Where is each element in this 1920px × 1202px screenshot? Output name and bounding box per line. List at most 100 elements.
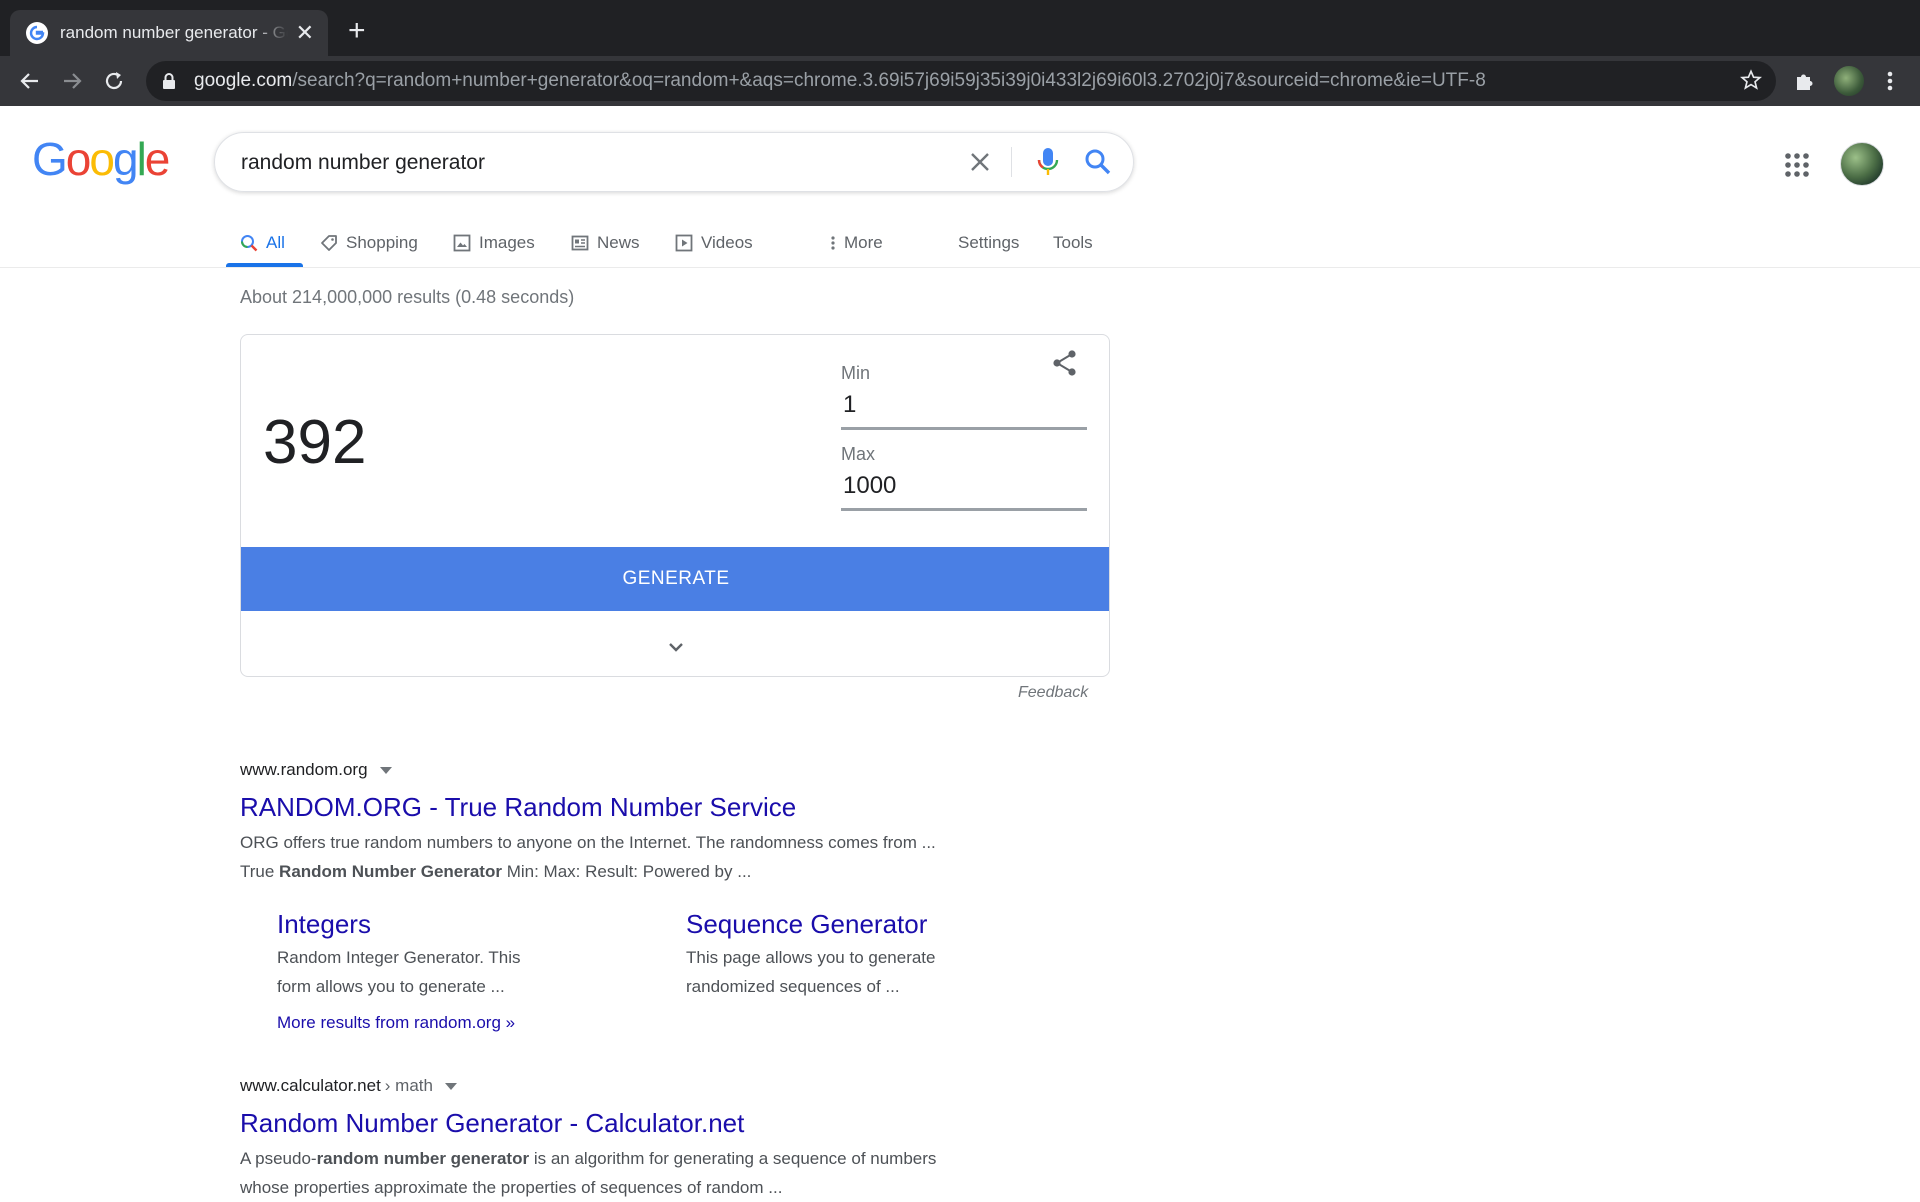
result-title-link[interactable]: RANDOM.ORG - True Random Number Service (240, 792, 796, 823)
snippet-line: ORG offers true random numbers to anyone… (240, 833, 936, 852)
sitelink-snippet-line: randomized sequences of ... (686, 977, 900, 996)
snippet-line: whose properties approximate the propert… (240, 1178, 783, 1197)
tab-title: random number generator - Google Search (60, 23, 288, 42)
search-box[interactable]: random number generator (214, 132, 1134, 192)
logo-letter: o (65, 133, 92, 185)
sitelink-snippet: Random Integer Generator. This form allo… (277, 943, 577, 1001)
min-label: Min (841, 363, 871, 383)
close-tab-icon[interactable]: ✕ (296, 22, 314, 44)
random-number-generator-card: 392 Min 1 Max 1000 GENERATE (240, 334, 1110, 677)
search-tabs: All Shopping Images News Videos More Set… (0, 218, 1920, 268)
logo-letter: l (136, 133, 147, 185)
result-stats: About 214,000,000 results (0.48 seconds) (240, 287, 575, 307)
search-tab-icon (241, 235, 258, 252)
news-icon (571, 235, 589, 251)
result-cite[interactable]: www.calculator.net › math (240, 1076, 457, 1096)
extensions-puzzle-icon[interactable] (1790, 67, 1818, 95)
result-cite-host: www.calculator.net (240, 1076, 381, 1095)
snippet-text: True (240, 862, 280, 881)
logo-letter: G (32, 133, 68, 185)
tab-all[interactable]: All (240, 218, 285, 268)
snippet-line: True Random Number Generator Min: Max: R… (240, 857, 1040, 886)
share-icon[interactable] (1051, 349, 1079, 377)
result-snippet: ORG offers true random numbers to anyone… (240, 828, 1040, 886)
result-snippet: A pseudo-random number generator is an a… (240, 1144, 1040, 1202)
tab-tools[interactable]: Tools (1053, 218, 1093, 268)
more-vertical-dots-icon (831, 236, 835, 250)
sitelink-sequence-generator[interactable]: Sequence Generator (686, 909, 927, 940)
google-favicon-icon (26, 22, 48, 44)
browser-toolbar: google.com/search?q=random+number+genera… (0, 56, 1920, 106)
snippet-line: A pseudo-random number generator is an a… (240, 1144, 1040, 1173)
tab-more-label: More (844, 233, 883, 252)
search-input[interactable]: random number generator (241, 151, 485, 175)
sitelink-snippet-line: form allows you to generate ... (277, 977, 505, 996)
chevron-down-icon[interactable] (663, 637, 689, 657)
account-avatar[interactable] (1840, 142, 1884, 186)
lock-icon[interactable] (160, 72, 178, 90)
snippet-text: A pseudo- (240, 1149, 317, 1168)
tab-settings[interactable]: Settings (958, 218, 1019, 268)
tab-shopping[interactable]: Shopping (320, 218, 418, 268)
snippet-bold: Random Number Generator (279, 862, 502, 881)
tab-videos[interactable]: Videos (675, 218, 753, 268)
active-tab-indicator (226, 263, 303, 267)
url-path: /search?q=random+number+generator&oq=ran… (292, 70, 1486, 91)
logo-letter: g (112, 133, 139, 185)
result-cite-breadcrumb: › math (384, 1076, 433, 1095)
tab-news[interactable]: News (571, 218, 640, 268)
sitelink-integers[interactable]: Integers (277, 909, 371, 940)
address-bar[interactable]: google.com/search?q=random+number+genera… (146, 61, 1776, 101)
max-input[interactable]: 1000 (843, 472, 896, 500)
clear-search-icon[interactable] (967, 149, 993, 175)
sitelink-snippet-line: Random Integer Generator. This (277, 948, 521, 967)
snippet-bold: random number generator (316, 1149, 530, 1168)
feedback-link[interactable]: Feedback (1018, 684, 1088, 702)
profile-avatar[interactable] (1834, 66, 1864, 96)
browser-tab[interactable]: random number generator - Google Search … (10, 10, 328, 56)
tab-shopping-label: Shopping (346, 233, 418, 252)
reload-icon[interactable] (100, 67, 128, 95)
google-logo[interactable]: Google (32, 133, 171, 185)
result-cite[interactable]: www.random.org (240, 760, 392, 780)
url-text: google.com/search?q=random+number+genera… (194, 70, 1486, 92)
tab-images-label: Images (479, 233, 535, 252)
generated-number: 392 (263, 408, 367, 477)
browser-tab-strip: random number generator - Google Search … (0, 0, 1920, 56)
generate-button[interactable]: GENERATE (241, 547, 1109, 611)
search-magnifier-icon[interactable] (1083, 147, 1113, 177)
bookmark-star-icon[interactable] (1740, 69, 1762, 96)
min-input-underline (841, 427, 1087, 430)
cite-dropdown-caret-icon[interactable] (379, 766, 392, 774)
sitelink-snippet-line: This page allows you to generate (686, 948, 936, 967)
cite-dropdown-caret-icon[interactable] (444, 1082, 457, 1090)
max-input-underline (841, 508, 1087, 511)
new-tab-icon[interactable]: + (348, 16, 366, 46)
logo-letter: e (144, 133, 171, 185)
tab-more[interactable]: More (830, 218, 883, 268)
result-cite-host: www.random.org (240, 760, 368, 779)
result-title-link[interactable]: Random Number Generator - Calculator.net (240, 1108, 744, 1139)
more-results-link[interactable]: More results from random.org » (277, 1013, 515, 1033)
search-divider (1011, 147, 1012, 177)
min-input[interactable]: 1 (843, 391, 856, 419)
max-label: Max (841, 444, 876, 464)
url-host: google.com (194, 70, 293, 91)
voice-search-mic-icon[interactable] (1033, 146, 1063, 178)
snippet-text: Min: Max: Result: Powered by ... (501, 862, 752, 881)
back-arrow-icon[interactable] (16, 67, 44, 95)
tab-images[interactable]: Images (453, 218, 535, 268)
google-apps-grid-icon[interactable] (1784, 152, 1810, 178)
tab-videos-label: Videos (701, 233, 753, 252)
image-icon (453, 234, 471, 252)
logo-letter: o (89, 133, 115, 185)
sitelink-snippet: This page allows you to generate randomi… (686, 943, 986, 1001)
tab-settings-label: Settings (958, 233, 1020, 252)
tab-tools-label: Tools (1053, 233, 1093, 252)
snippet-text: is an algorithm for generating a sequenc… (529, 1149, 937, 1168)
tab-all-label: All (266, 233, 285, 252)
price-tag-icon (321, 235, 337, 251)
browser-menu-icon[interactable] (1876, 67, 1904, 95)
tab-news-label: News (597, 233, 640, 252)
forward-arrow-icon[interactable] (58, 67, 86, 95)
